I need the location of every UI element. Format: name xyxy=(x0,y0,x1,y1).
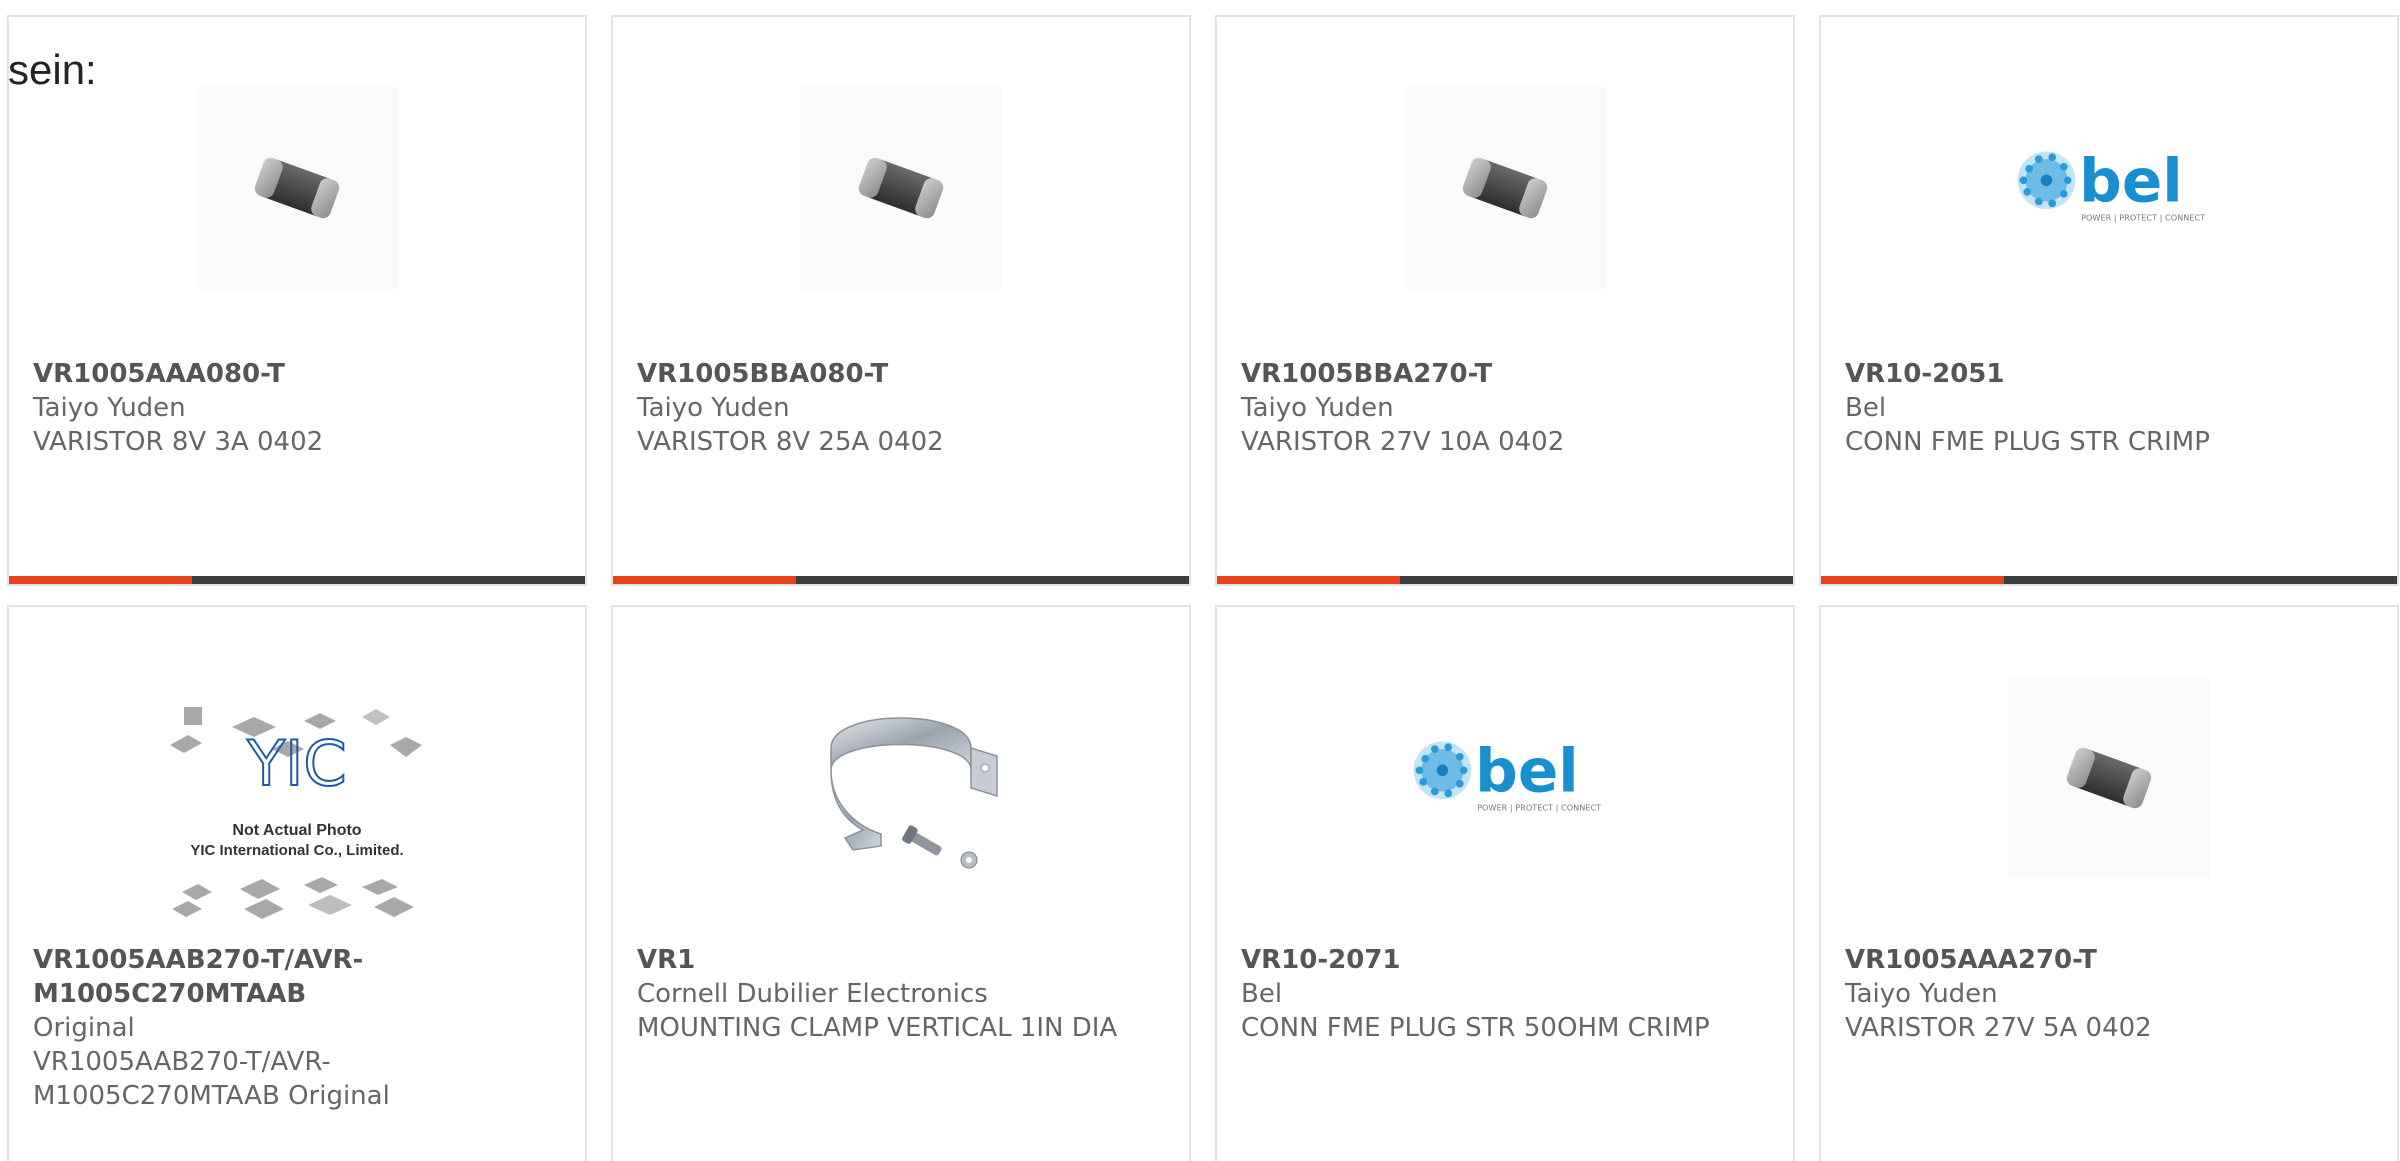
section-heading: sein: xyxy=(8,46,97,93)
manufacturer: Original xyxy=(33,1013,135,1043)
description: MOUNTING CLAMP VERTICAL 1IN DIA xyxy=(637,1013,1118,1043)
part-number[interactable]: VR1 xyxy=(637,943,1157,977)
card-bottom-bar xyxy=(613,576,1189,584)
svg-text:Not Actual Photo: Not Actual Photo xyxy=(232,822,361,839)
svg-text:POWER | PROTECT | CONNECT: POWER | PROTECT | CONNECT xyxy=(1477,803,1601,813)
card-accent xyxy=(9,576,192,584)
product-image[interactable]: bel POWER | PROTECT | CONNECT xyxy=(1404,677,1606,879)
yic-placeholder-image: YIC Not Actual Photo YIC International C… xyxy=(170,707,422,919)
svg-text:YIC International Co., Limited: YIC International Co., Limited. xyxy=(190,842,403,859)
product-card[interactable]: bel POWER | PROTECT | CONNECT VR10-2051 … xyxy=(1819,15,2399,586)
manufacturer: Bel xyxy=(1241,979,1283,1009)
product-card[interactable]: bel POWER | PROTECT | CONNECT VR10-2071 … xyxy=(1215,605,1795,1161)
product-card[interactable]: VR1005BBA270-T Taiyo Yuden VARISTOR 27V … xyxy=(1215,15,1795,586)
card-bottom-bar xyxy=(9,576,585,584)
part-number[interactable]: VR10-2051 xyxy=(1845,357,2365,391)
product-image[interactable]: bel POWER | PROTECT | CONNECT xyxy=(2008,87,2210,289)
description: VARISTOR 27V 5A 0402 xyxy=(1845,1013,2152,1043)
manufacturer: Taiyo Yuden xyxy=(1845,979,1998,1009)
description: VARISTOR 27V 10A 0402 xyxy=(1241,427,1565,457)
svg-text:bel: bel xyxy=(2079,147,2183,216)
description: CONN FME PLUG STR CRIMP xyxy=(1845,427,2210,457)
manufacturer: Bel xyxy=(1845,393,1887,423)
part-number[interactable]: VR1005AAB270-T/AVR-M1005C270MTAAB xyxy=(33,943,553,1011)
product-card[interactable]: VR1005AAA080-T Taiyo Yuden VARISTOR 8V 3… xyxy=(7,15,587,586)
product-image[interactable] xyxy=(800,677,1002,879)
product-card[interactable]: VR1 Cornell Dubilier Electronics MOUNTIN… xyxy=(611,605,1191,1161)
part-number[interactable]: VR1005AAA270-T xyxy=(1845,943,2365,977)
svg-text:bel: bel xyxy=(1475,737,1579,806)
product-image[interactable] xyxy=(1404,87,1606,289)
product-card[interactable]: VR1005BBA080-T Taiyo Yuden VARISTOR 8V 2… xyxy=(611,15,1191,586)
description: VARISTOR 8V 25A 0402 xyxy=(637,427,944,457)
product-grid: VR1005AAA080-T Taiyo Yuden VARISTOR 8V 3… xyxy=(0,0,2400,1161)
chip-component-icon xyxy=(2066,747,2152,809)
product-image[interactable] xyxy=(800,87,1002,289)
svg-text:YIC: YIC xyxy=(246,727,346,800)
manufacturer: Taiyo Yuden xyxy=(33,393,186,423)
description: CONN FME PLUG STR 50OHM CRIMP xyxy=(1241,1013,1710,1043)
card-bottom-bar xyxy=(1217,576,1793,584)
chip-component-icon xyxy=(858,157,944,219)
part-number[interactable]: VR1005AAA080-T xyxy=(33,357,553,391)
product-card[interactable]: YIC Not Actual Photo YIC International C… xyxy=(7,605,587,1161)
card-accent xyxy=(1821,576,2004,584)
part-number[interactable]: VR1005BBA080-T xyxy=(637,357,1157,391)
card-accent xyxy=(1217,576,1400,584)
bel-logo: bel POWER | PROTECT | CONNECT xyxy=(1413,737,1601,813)
manufacturer: Taiyo Yuden xyxy=(637,393,790,423)
product-card[interactable]: VR1005AAA270-T Taiyo Yuden VARISTOR 27V … xyxy=(1819,605,2399,1161)
card-bottom-bar xyxy=(1821,576,2397,584)
part-number[interactable]: VR10-2071 xyxy=(1241,943,1761,977)
product-image[interactable] xyxy=(2008,677,2210,879)
svg-text:POWER | PROTECT | CONNECT: POWER | PROTECT | CONNECT xyxy=(2081,213,2205,223)
part-number[interactable]: VR1005BBA270-T xyxy=(1241,357,1761,391)
card-accent xyxy=(613,576,796,584)
manufacturer: Cornell Dubilier Electronics xyxy=(637,979,988,1009)
mounting-clamp-icon xyxy=(830,717,998,869)
product-image[interactable]: YIC Not Actual Photo YIC International C… xyxy=(162,687,432,927)
description: VARISTOR 8V 3A 0402 xyxy=(33,427,324,457)
manufacturer: Taiyo Yuden xyxy=(1241,393,1394,423)
description: VR1005AAB270-T/AVR-M1005C270MTAAB Origin… xyxy=(33,1047,390,1111)
bel-logo: bel POWER | PROTECT | CONNECT xyxy=(2017,147,2205,223)
chip-component-icon xyxy=(1462,157,1548,219)
product-image[interactable] xyxy=(196,87,398,289)
chip-component-icon xyxy=(254,157,340,219)
